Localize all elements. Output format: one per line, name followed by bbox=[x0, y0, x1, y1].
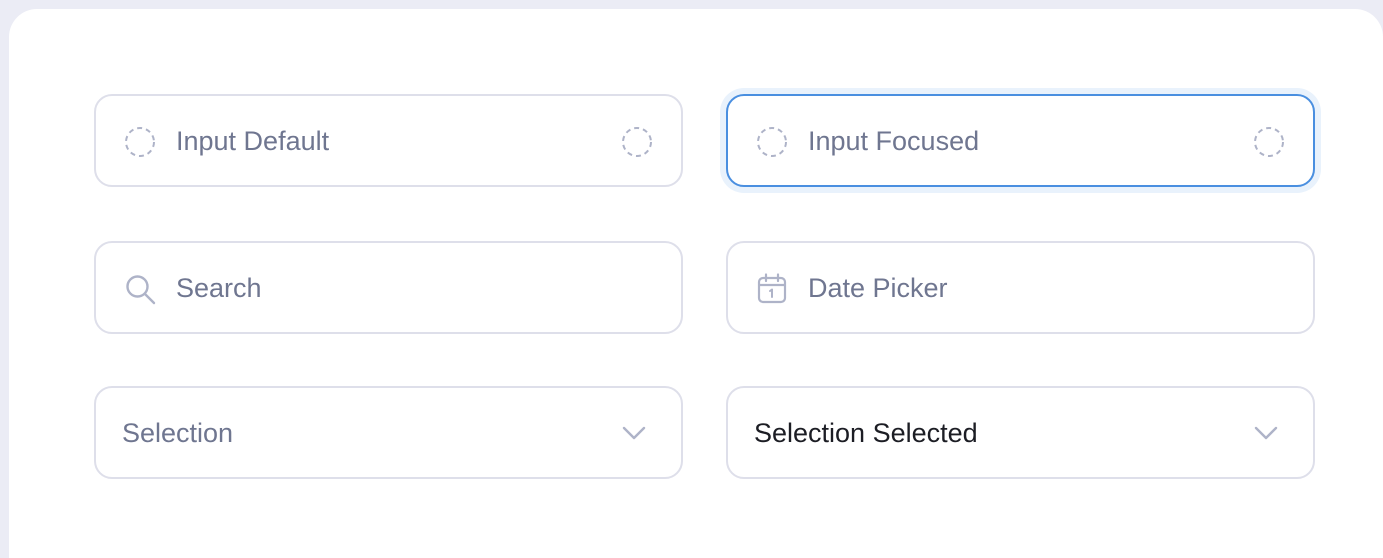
dashed-circle-icon bbox=[1254, 127, 1284, 157]
input-default-field[interactable]: Input Default bbox=[94, 94, 683, 187]
chevron-down-icon bbox=[622, 426, 646, 440]
search-icon bbox=[126, 275, 156, 305]
selection-dropdown[interactable]: Selection bbox=[94, 386, 683, 479]
search-input[interactable]: Search bbox=[94, 241, 683, 334]
input-default-placeholder: Input Default bbox=[176, 126, 330, 156]
dashed-circle-icon bbox=[125, 127, 155, 157]
selection-placeholder: Selection bbox=[122, 418, 234, 448]
chevron-down-icon bbox=[1254, 426, 1278, 440]
search-placeholder: Search bbox=[176, 273, 262, 303]
selection-selected-value: Selection Selected bbox=[754, 418, 978, 448]
input-focused-placeholder: Input Focused bbox=[808, 126, 980, 156]
input-focused-field[interactable]: Input Focused bbox=[726, 94, 1315, 187]
form-card: Input Default Input Focused Search Date … bbox=[9, 9, 1383, 558]
dashed-circle-icon bbox=[757, 127, 787, 157]
date-picker-placeholder: Date Picker bbox=[808, 273, 948, 303]
calendar-icon bbox=[757, 273, 787, 304]
dashed-circle-icon bbox=[622, 127, 652, 157]
date-picker-field[interactable]: Date Picker bbox=[726, 241, 1315, 334]
selection-selected-dropdown[interactable]: Selection Selected bbox=[726, 386, 1315, 479]
